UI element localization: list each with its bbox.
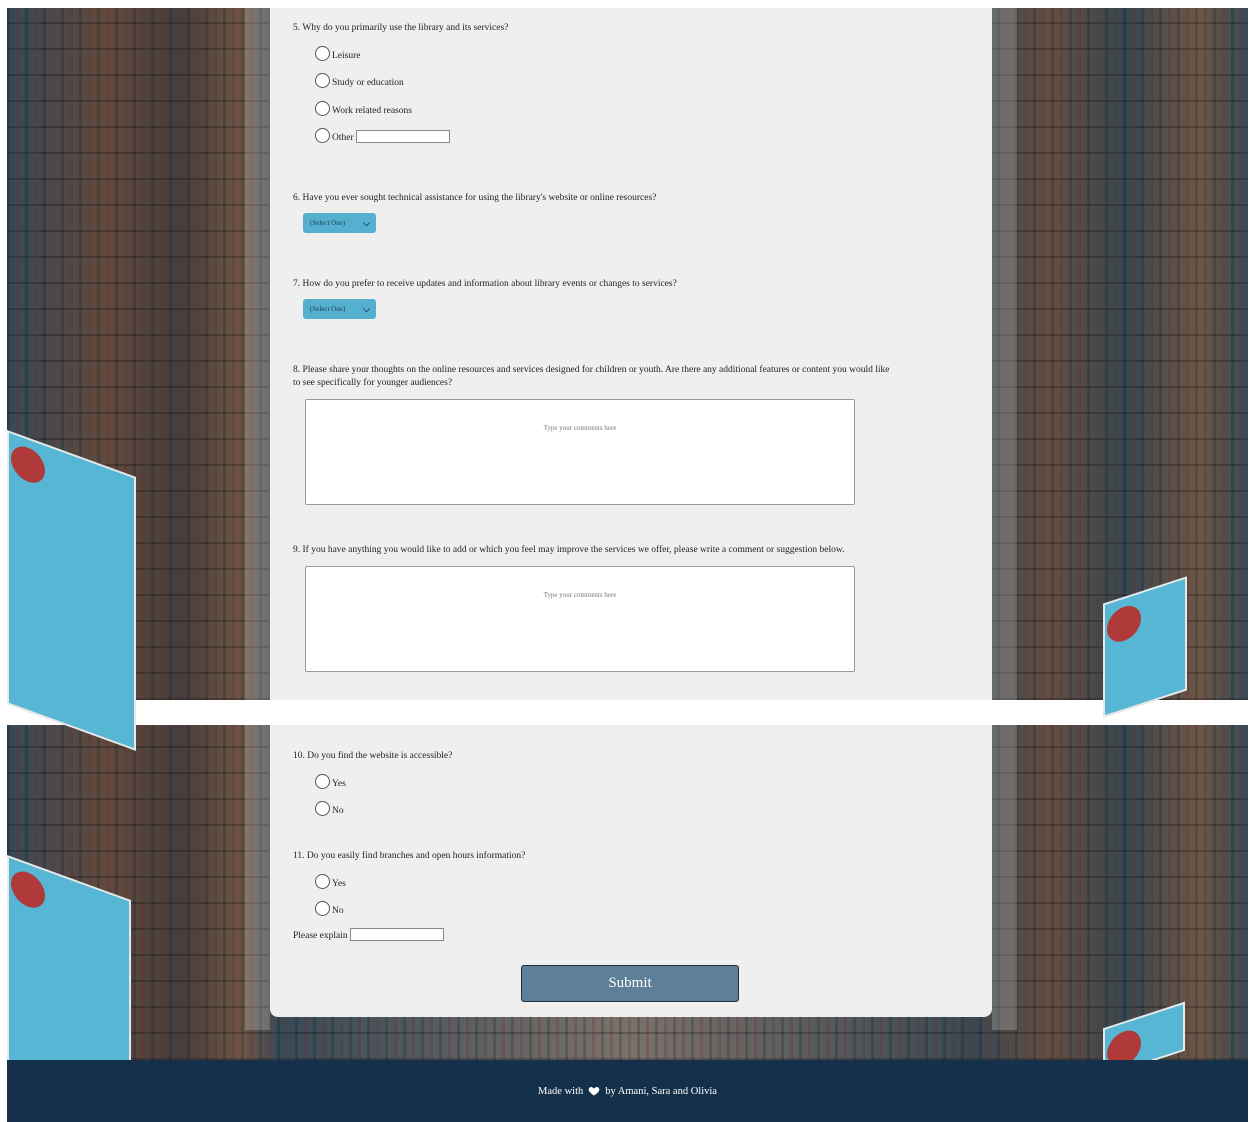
footer-credit: by Amani, Sara and Olivia	[605, 1085, 717, 1097]
q7-select[interactable]: (Select One) ⌵	[303, 299, 376, 319]
card-shadow-right	[992, 725, 1017, 1030]
option-label: Leisure	[332, 51, 361, 61]
q8-comment-textarea[interactable]: Type your comments here	[305, 399, 855, 505]
option-label: Yes	[332, 879, 346, 889]
option-label: Work related reasons	[332, 106, 412, 116]
radio-button[interactable]	[315, 73, 330, 88]
question-8-line1: 8. Please share your thoughts on the onl…	[293, 365, 890, 375]
option-yes[interactable]: Yes	[315, 874, 346, 889]
option-yes[interactable]: Yes	[315, 774, 346, 789]
question-11: 11. Do you easily find branches and open…	[293, 851, 526, 861]
card-shadow-left	[245, 725, 270, 1030]
option-leisure[interactable]: Leisure	[315, 46, 361, 61]
question-8: 8. Please share your thoughts on the onl…	[293, 364, 889, 390]
question-8-line2: to see specifically for younger audience…	[293, 378, 453, 388]
card-shadow-right	[992, 8, 1017, 700]
option-label: No	[332, 806, 344, 816]
question-5: 5. Why do you primarily use the library …	[293, 23, 509, 33]
option-other[interactable]: Other	[315, 128, 450, 143]
conservation-poster	[7, 430, 136, 751]
survey-card-top: 5. Why do you primarily use the library …	[270, 8, 992, 700]
radio-button[interactable]	[315, 874, 330, 889]
option-study[interactable]: Study or education	[315, 73, 404, 88]
option-work[interactable]: Work related reasons	[315, 101, 412, 116]
textarea-placeholder: Type your comments here	[543, 424, 617, 432]
heart-icon	[588, 1087, 600, 1096]
submit-button[interactable]: Submit	[521, 965, 739, 1002]
q9-comment-textarea[interactable]: Type your comments here	[305, 566, 855, 672]
option-no[interactable]: No	[315, 801, 344, 816]
radio-button[interactable]	[315, 774, 330, 789]
radio-button[interactable]	[315, 101, 330, 116]
q6-select[interactable]: (Select One) ⌵	[303, 213, 376, 233]
explain-row: Please explain	[293, 928, 444, 941]
select-value: (Select One)	[310, 219, 346, 227]
chevron-down-icon: ⌵	[363, 218, 370, 228]
explain-text-input[interactable]	[349, 928, 444, 941]
question-7: 7. How do you prefer to receive updates …	[293, 279, 677, 289]
select-value: (Select One)	[310, 305, 346, 313]
radio-button[interactable]	[315, 46, 330, 61]
explain-label: Please explain	[293, 931, 348, 941]
footer: Made with by Amani, Sara and Olivia	[7, 1060, 1248, 1122]
question-9: 9. If you have anything you would like t…	[293, 545, 845, 555]
survey-card-bottom: 10. Do you find the website is accessibl…	[270, 725, 992, 1017]
card-shadow-left	[245, 8, 270, 700]
chevron-down-icon: ⌵	[363, 304, 370, 314]
radio-button[interactable]	[315, 901, 330, 916]
radio-button[interactable]	[315, 128, 330, 143]
option-label: No	[332, 906, 344, 916]
textarea-placeholder: Type your comments here	[543, 591, 617, 599]
question-6: 6. Have you ever sought technical assist…	[293, 193, 657, 203]
option-label: Other	[332, 133, 354, 143]
radio-button[interactable]	[315, 801, 330, 816]
option-label: Yes	[332, 779, 346, 789]
other-text-input[interactable]	[355, 130, 450, 143]
question-10: 10. Do you find the website is accessibl…	[293, 751, 453, 761]
option-label: Study or education	[332, 78, 404, 88]
option-no[interactable]: No	[315, 901, 344, 916]
footer-made-with: Made with	[538, 1085, 584, 1097]
